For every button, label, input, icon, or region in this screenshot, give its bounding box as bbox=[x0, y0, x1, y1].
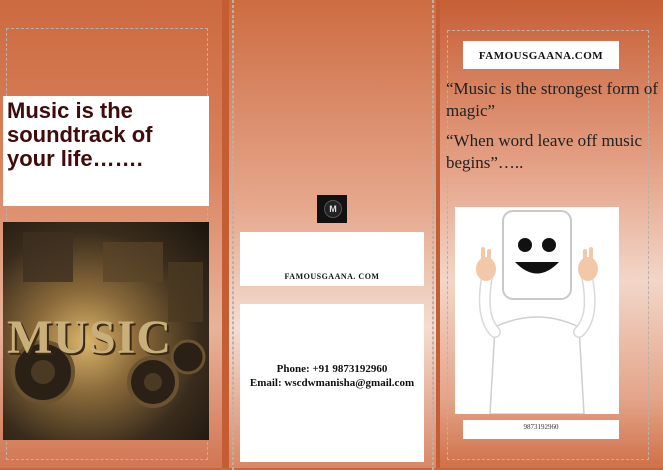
header-title: FAMOUSGAANA.COM bbox=[478, 50, 604, 62]
logo-letter: M bbox=[324, 200, 342, 218]
art-caption-box: 9873192960 bbox=[463, 420, 619, 439]
quote-1: “Music is the strongest form of magic” bbox=[446, 79, 658, 120]
fold-divider bbox=[222, 0, 229, 468]
margin-guide bbox=[232, 0, 234, 470]
site-name-box: FAMOUSGAANA. COM bbox=[240, 232, 424, 286]
art-caption: 9873192960 bbox=[523, 423, 559, 431]
contact-box: Phone: +91 9873192960 Email: wscdwmanish… bbox=[240, 304, 424, 462]
brand-logo: M bbox=[317, 195, 347, 223]
marshmello-illustration bbox=[455, 207, 619, 414]
photo-caption: MUSIC bbox=[7, 311, 173, 364]
contact-info: Phone: +91 9873192960 Email: wscdwmanish… bbox=[240, 362, 424, 390]
music-photo: MUSIC bbox=[3, 222, 209, 440]
marshmello-art bbox=[476, 210, 598, 414]
margin-guide bbox=[432, 0, 434, 470]
email-address: Email: wscdwmanisha@gmail.com bbox=[249, 377, 415, 389]
phone-number: Phone: +91 9873192960 bbox=[276, 363, 388, 375]
site-name: FAMOUSGAANA. COM bbox=[284, 272, 380, 281]
header-box: FAMOUSGAANA.COM bbox=[463, 41, 619, 69]
quote-2: “When word leave off music begins”….. bbox=[446, 131, 643, 172]
headline: Music is the soundtrack of your life……. bbox=[7, 98, 153, 171]
